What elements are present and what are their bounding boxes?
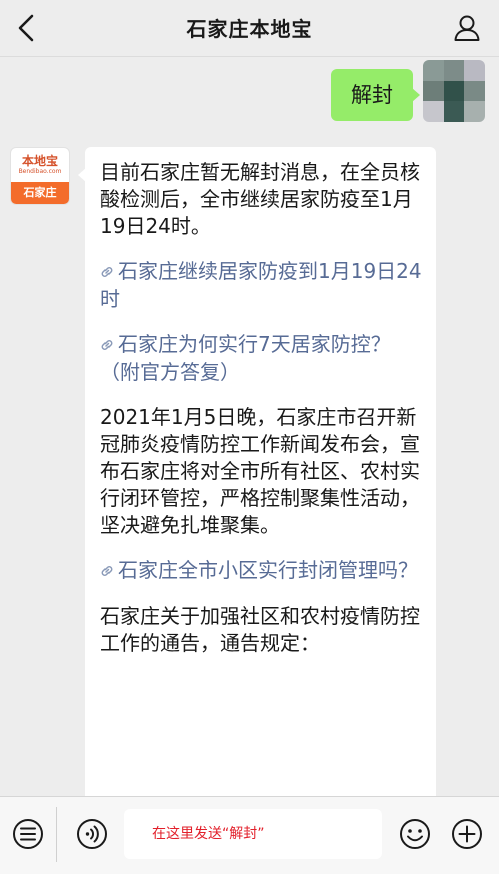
message-paragraph: 目前石家庄暂无解封消息，在全员核酸检测后，全市继续居家防疫至1月19日24时。 — [100, 160, 420, 238]
logo-url: Bendibao.com — [18, 168, 62, 175]
message-content: 目前石家庄暂无解封消息，在全员核酸检测后，全市继续居家防疫至1月19日24时。 … — [85, 147, 436, 657]
article-link-text[interactable]: 石家庄全市小区实行封闭管理吗？ — [118, 558, 418, 582]
article-link-text[interactable]: 石家庄为何实行7天居家防控？（附官方答复） — [100, 332, 391, 384]
article-link[interactable]: 石家庄继续居家防疫到1月19日24时 — [100, 258, 422, 313]
account-avatar[interactable]: 本地宝 Bendibao.com 石家庄 — [10, 147, 70, 205]
article-link-text[interactable]: 石家庄继续居家防疫到1月19日24时 — [100, 259, 422, 311]
link-icon — [100, 558, 118, 585]
article-link[interactable]: 石家庄为何实行7天居家防控？（附官方答复） — [100, 331, 422, 386]
message-input[interactable]: 在这里发送“解封” — [124, 809, 382, 859]
input-toolbar: 在这里发送“解封” — [0, 796, 499, 874]
voice-input-icon[interactable] — [74, 816, 110, 852]
emoji-icon[interactable] — [397, 816, 433, 852]
message-paragraph: 石家庄关于加强社区和农村疫情防控工作的通告，通告规定： — [100, 604, 420, 655]
toolbar-divider — [56, 807, 57, 862]
message-paragraph: 2021年1月5日晚，石家庄市召开新冠肺炎疫情防控工作新闻发布会，宣布石家庄将对… — [100, 405, 420, 537]
logo-city: 石家庄 — [11, 182, 69, 204]
outgoing-message-bubble[interactable]: 解封 — [331, 69, 420, 121]
link-icon — [100, 332, 118, 359]
article-link[interactable]: 石家庄全市小区实行封闭管理吗？ — [100, 557, 422, 585]
logo-brand: 本地宝 — [21, 154, 58, 168]
plus-more-icon[interactable] — [449, 816, 485, 852]
menu-list-icon[interactable] — [10, 816, 46, 852]
chat-header: 石家庄本地宝 — [0, 0, 499, 57]
my-avatar[interactable] — [423, 60, 485, 122]
link-icon — [100, 259, 118, 286]
incoming-message-bubble: 目前石家庄暂无解封消息，在全员核酸检测后，全市继续居家防疫至1月19日24时。 … — [85, 147, 436, 847]
profile-user-icon[interactable] — [451, 12, 483, 44]
bendibao-logo: 本地宝 Bendibao.com — [11, 148, 69, 182]
chat-title: 石家庄本地宝 — [186, 17, 313, 41]
